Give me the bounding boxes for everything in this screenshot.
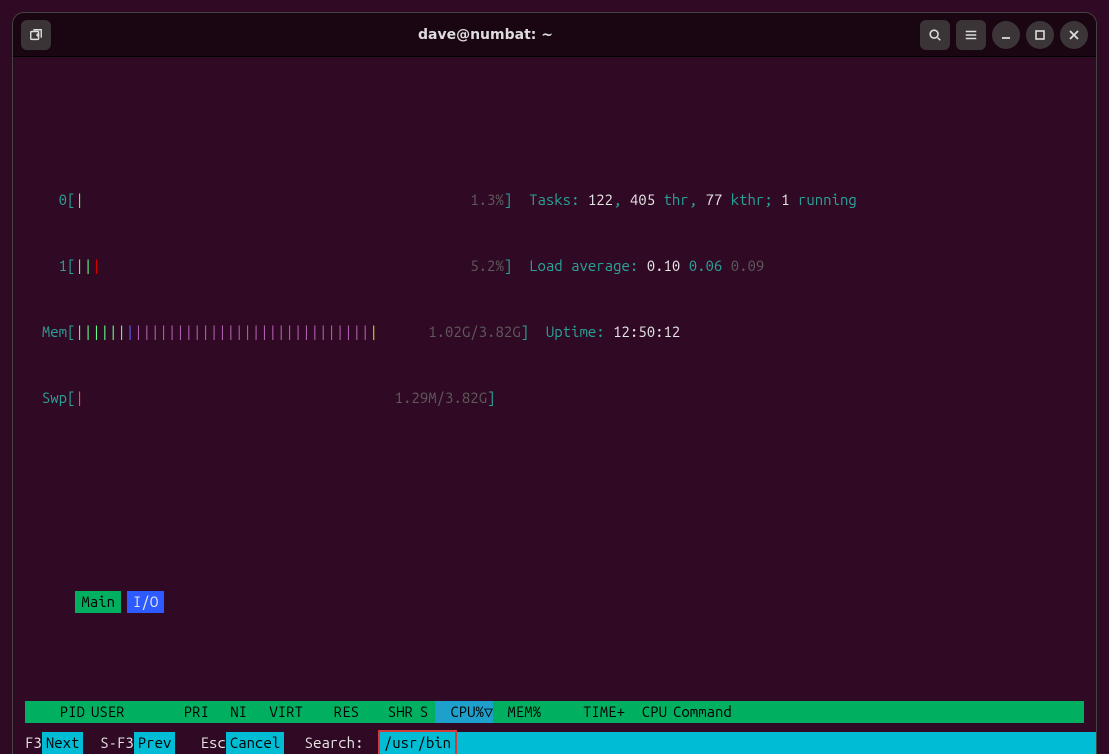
hamburger-button[interactable] [956,20,986,50]
sf3-key: S-F3 [100,732,134,754]
hdr-pid[interactable]: PID [25,701,85,723]
load-label: Load average: [529,257,638,274]
search-input[interactable]: /usr/bin [378,730,457,754]
thr-label: thr [664,191,689,208]
hdr-cpu-num[interactable]: CPU [625,701,667,723]
search-button[interactable] [920,20,950,50]
running-count: 1 [781,191,789,208]
mem-meter: Mem[||||||||||||||||||||||||||||||||||||… [25,321,1084,343]
hdr-time[interactable]: TIME+ [541,701,625,723]
search-fill [457,732,1096,754]
next-label[interactable]: Next [42,732,84,754]
hdr-virt[interactable]: VIRT [247,701,303,723]
hdr-command[interactable]: Command [667,701,1084,723]
tabs: Main I/O [25,569,1084,635]
close-icon [1068,29,1080,41]
uptime-label: Uptime: [546,323,605,340]
thr-count: 405 [630,191,655,208]
hdr-mem[interactable]: MEM% [493,701,541,723]
hamburger-icon [964,28,978,42]
hdr-shr[interactable]: SHR [359,701,413,723]
search-icon [928,28,942,42]
new-tab-button[interactable] [21,20,51,50]
esc-key: Esc [201,732,226,754]
terminal-body: 0[| 1.3%] Tasks: 122, 405 thr, 77 kthr; … [13,57,1096,754]
f3-key: F3 [25,732,42,754]
tab-io[interactable]: I/O [127,591,164,613]
load1: 0.10 [647,257,681,274]
column-headers[interactable]: PID USER PRI NI VIRT RES SHR S CPU%▽ MEM… [25,701,1084,723]
cpu0-meter: 0[| 1.3%] Tasks: 122, 405 thr, 77 kthr; … [25,189,1084,211]
hdr-user[interactable]: USER [85,701,141,723]
hdr-pri[interactable]: PRI [141,701,209,723]
tasks-label: Tasks: [529,191,579,208]
hdr-res[interactable]: RES [303,701,359,723]
uptime-value: 12:50:12 [613,323,680,340]
hdr-cpu[interactable]: CPU%▽ [435,701,493,723]
tasks-count: 122 [588,191,613,208]
titlebar: dave@numbat: ~ [13,13,1096,57]
load5: 0.06 [689,257,723,274]
maximize-icon [1034,29,1046,41]
terminal-window: dave@numbat: ~ 0[| [12,12,1097,754]
tab-main[interactable]: Main [75,591,121,613]
window-title: dave@numbat: ~ [418,27,553,43]
swp-meter: Swp[| 1.29M/3.82G] [25,387,1084,409]
cancel-label[interactable]: Cancel [226,732,284,754]
prev-label[interactable]: Prev [134,732,176,754]
minimize-icon [1000,29,1012,41]
running-label: running [798,191,857,208]
kthr-label: kthr; [731,191,773,208]
footer-bar: F3Next S-F3Prev EscCancel Search: /usr/b… [13,732,1096,754]
hdr-ni[interactable]: NI [209,701,247,723]
new-tab-icon [29,28,43,42]
minimize-button[interactable] [992,21,1020,49]
load15: 0.09 [731,257,765,274]
kthr-count: 77 [706,191,723,208]
cpu1-meter: 1[||| 5.2%] Load average: 0.10 0.06 0.09 [25,255,1084,277]
hdr-s[interactable]: S [413,701,435,723]
close-button[interactable] [1060,21,1088,49]
maximize-button[interactable] [1026,21,1054,49]
search-label: Search: [284,732,378,754]
